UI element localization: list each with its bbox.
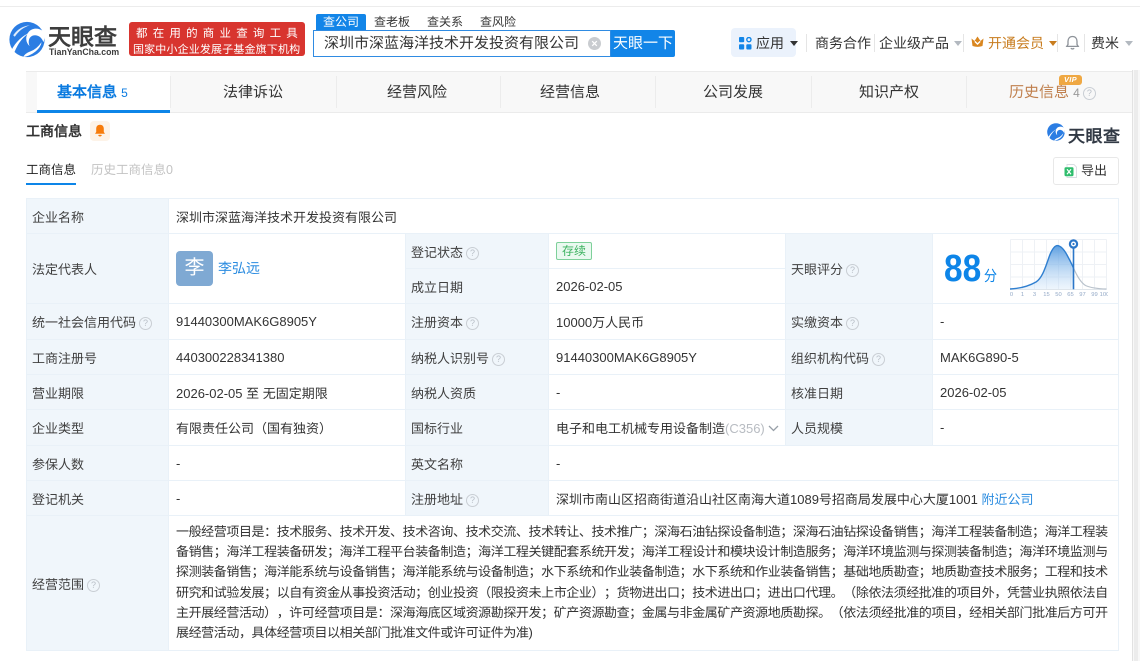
svg-text:100: 100 [1100,292,1108,297]
svg-text:1: 1 [1021,292,1024,297]
svg-text:50: 50 [1055,292,1061,297]
svg-text:0: 0 [1010,292,1013,297]
svg-text:3: 3 [1033,292,1036,297]
svg-text:15: 15 [1043,292,1049,297]
svg-text:65: 65 [1067,292,1073,297]
svg-text:97: 97 [1079,292,1085,297]
svg-text:99: 99 [1091,292,1097,297]
